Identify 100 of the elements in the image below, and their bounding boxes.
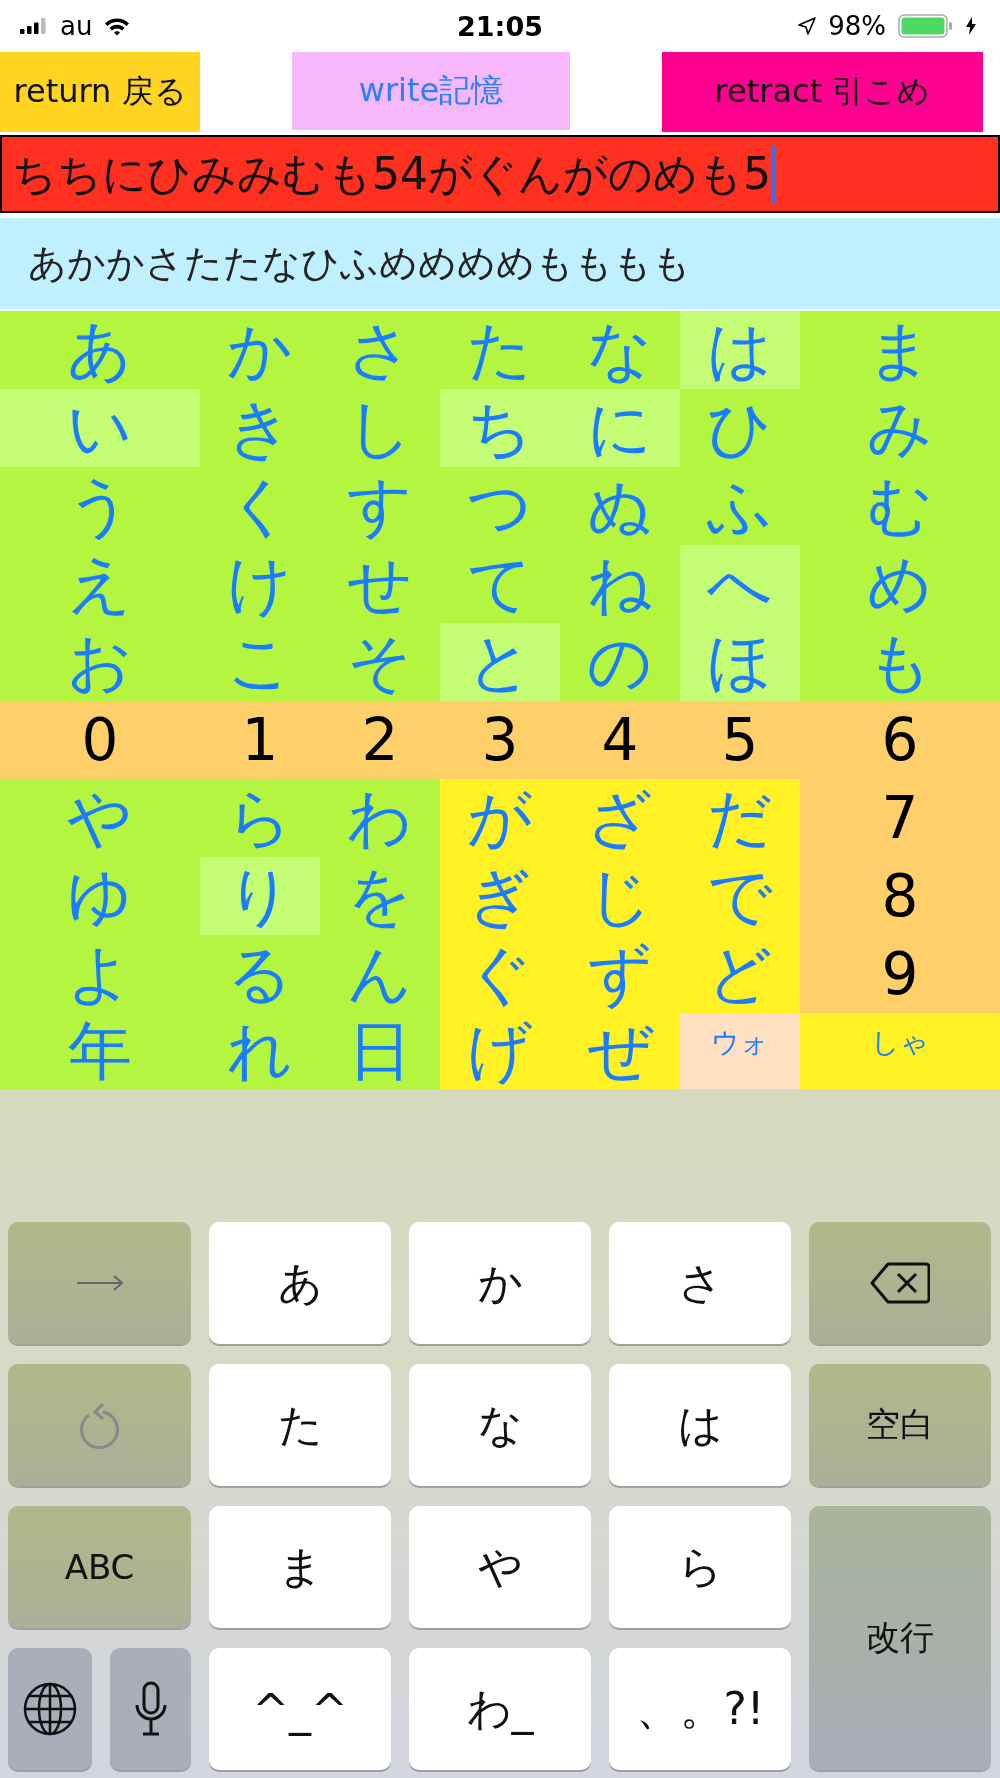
delete-key[interactable] bbox=[809, 1222, 991, 1344]
kana-key[interactable]: ど bbox=[680, 935, 800, 1013]
digit-key[interactable]: 4 bbox=[560, 701, 680, 779]
kana-key[interactable]: さ bbox=[320, 311, 440, 389]
kana-key[interactable]: た bbox=[209, 1364, 391, 1486]
digit-key[interactable]: 1 bbox=[200, 701, 320, 779]
kana-key[interactable]: ち bbox=[440, 389, 560, 467]
text-input-field[interactable]: ちちにひみみむも54がぐんがのめも5 bbox=[0, 135, 1000, 213]
kana-key[interactable]: し bbox=[320, 389, 440, 467]
kana-key[interactable]: う bbox=[0, 467, 200, 545]
function-key[interactable]: ABC bbox=[8, 1506, 191, 1628]
kana-key[interactable]: そ bbox=[320, 623, 440, 701]
suggestion-text[interactable]: あかかさたたなひふめめめめもももも bbox=[28, 238, 691, 289]
kana-key[interactable]: む bbox=[800, 467, 1000, 545]
kana-key[interactable]: は bbox=[680, 311, 800, 389]
kana-key[interactable]: げ bbox=[440, 1013, 560, 1089]
kana-key[interactable]: わ_ bbox=[409, 1648, 591, 1770]
kana-key[interactable]: み bbox=[800, 389, 1000, 467]
write-button[interactable]: write記憶 bbox=[292, 52, 570, 130]
digit-key[interactable]: 7 bbox=[800, 779, 1000, 857]
digit-key[interactable]: 0 bbox=[0, 701, 200, 779]
kana-key[interactable]: ね bbox=[560, 545, 680, 623]
return-button[interactable]: return 戻る bbox=[0, 52, 200, 132]
kana-key[interactable]: な bbox=[560, 311, 680, 389]
wifi-icon bbox=[104, 16, 131, 36]
kana-key[interactable]: く bbox=[200, 467, 320, 545]
kana-key[interactable]: ぬ bbox=[560, 467, 680, 545]
kana-key[interactable]: め bbox=[800, 545, 1000, 623]
kana-key[interactable]: や bbox=[409, 1506, 591, 1628]
kana-key[interactable]: い bbox=[0, 389, 200, 467]
kana-key[interactable]: の bbox=[560, 623, 680, 701]
globe-key[interactable] bbox=[8, 1648, 92, 1770]
kana-key[interactable]: か bbox=[409, 1222, 591, 1344]
kana-key[interactable]: は bbox=[609, 1364, 791, 1486]
kana-key[interactable]: さ bbox=[609, 1222, 791, 1344]
kana-key[interactable]: り bbox=[200, 857, 320, 935]
kana-key[interactable]: せ bbox=[320, 545, 440, 623]
kana-key[interactable]: た bbox=[440, 311, 560, 389]
kana-key[interactable]: に bbox=[560, 389, 680, 467]
function-key[interactable]: 空白 bbox=[809, 1364, 991, 1486]
kana-key[interactable]: け bbox=[200, 545, 320, 623]
kana-key[interactable]: て bbox=[440, 545, 560, 623]
kana-key[interactable]: 年 bbox=[0, 1013, 200, 1089]
kana-key[interactable]: へ bbox=[680, 545, 800, 623]
kana-key[interactable]: ら bbox=[200, 779, 320, 857]
kana-key[interactable]: を bbox=[320, 857, 440, 935]
kana-key[interactable]: ウォ bbox=[680, 1013, 800, 1089]
kana-key[interactable]: れ bbox=[200, 1013, 320, 1089]
kana-key[interactable]: き bbox=[200, 389, 320, 467]
kana-key[interactable]: つ bbox=[440, 467, 560, 545]
microphone-key[interactable] bbox=[110, 1648, 191, 1770]
digit-key[interactable]: 9 bbox=[800, 935, 1000, 1013]
kana-key[interactable]: じ bbox=[560, 857, 680, 935]
kana-key[interactable]: わ bbox=[320, 779, 440, 857]
kana-key[interactable]: と bbox=[440, 623, 560, 701]
kana-key[interactable]: で bbox=[680, 857, 800, 935]
kana-key[interactable]: だ bbox=[680, 779, 800, 857]
carrier-name: au bbox=[60, 11, 93, 41]
digit-key[interactable]: 2 bbox=[320, 701, 440, 779]
kana-key[interactable]: ま bbox=[800, 311, 1000, 389]
kana-key[interactable]: ふ bbox=[680, 467, 800, 545]
kana-key[interactable]: る bbox=[200, 935, 320, 1013]
kana-key[interactable]: や bbox=[0, 779, 200, 857]
kana-key[interactable]: ぎ bbox=[440, 857, 560, 935]
kana-key[interactable]: あ bbox=[209, 1222, 391, 1344]
kana-key[interactable]: ん bbox=[320, 935, 440, 1013]
kana-key[interactable]: お bbox=[0, 623, 200, 701]
kana-key[interactable]: よ bbox=[0, 935, 200, 1013]
battery-percent: 98% bbox=[828, 11, 886, 41]
kana-key[interactable]: す bbox=[320, 467, 440, 545]
kana-key[interactable]: ず bbox=[560, 935, 680, 1013]
kana-key[interactable]: 、。?! bbox=[609, 1648, 791, 1770]
kana-key[interactable]: ぜ bbox=[560, 1013, 680, 1089]
kana-key[interactable]: ゆ bbox=[0, 857, 200, 935]
retract-button[interactable]: retract 引こめ bbox=[662, 52, 983, 132]
battery-icon bbox=[898, 14, 954, 38]
kana-key[interactable]: ^_^ bbox=[209, 1648, 391, 1770]
kana-key[interactable]: な bbox=[409, 1364, 591, 1486]
delete-icon bbox=[870, 1262, 930, 1304]
kana-key[interactable]: も bbox=[800, 623, 1000, 701]
kana-key[interactable]: こ bbox=[200, 623, 320, 701]
kana-key[interactable]: え bbox=[0, 545, 200, 623]
location-arrow-icon bbox=[798, 17, 817, 35]
return-key[interactable]: 改行 bbox=[809, 1506, 991, 1770]
digit-key[interactable]: 3 bbox=[440, 701, 560, 779]
digit-key[interactable]: 8 bbox=[800, 857, 1000, 935]
kana-key[interactable]: が bbox=[440, 779, 560, 857]
kana-key[interactable]: あ bbox=[0, 311, 200, 389]
kana-key[interactable]: ら bbox=[609, 1506, 791, 1628]
kana-key[interactable]: ま bbox=[209, 1506, 391, 1628]
clock-time: 21:05 bbox=[457, 10, 543, 42]
digit-key[interactable]: 6 bbox=[800, 701, 1000, 779]
kana-key[interactable]: ぐ bbox=[440, 935, 560, 1013]
kana-key[interactable]: 日 bbox=[320, 1013, 440, 1089]
kana-key[interactable]: ほ bbox=[680, 623, 800, 701]
kana-key[interactable]: ざ bbox=[560, 779, 680, 857]
kana-key[interactable]: か bbox=[200, 311, 320, 389]
kana-key[interactable]: ひ bbox=[680, 389, 800, 467]
digit-key[interactable]: 5 bbox=[680, 701, 800, 779]
kana-key[interactable]: しゃ bbox=[800, 1013, 1000, 1089]
